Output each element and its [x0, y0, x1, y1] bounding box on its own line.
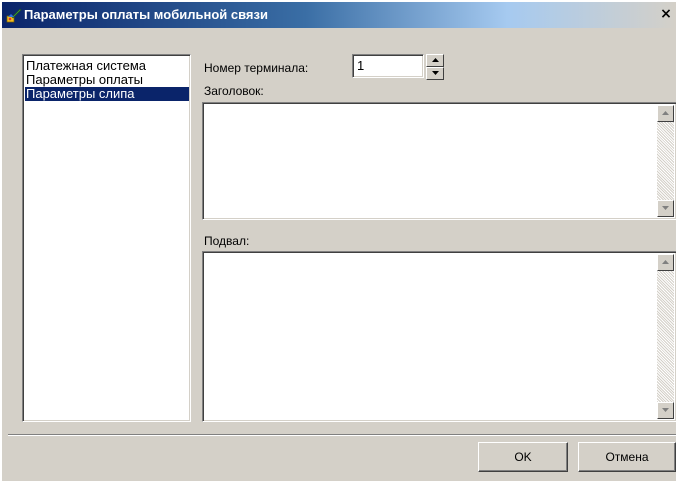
terminal-number-value: 1 — [357, 58, 365, 73]
nav-item-payment-system[interactable]: Платежная система — [25, 59, 189, 73]
terminal-number-spinner[interactable] — [426, 54, 444, 80]
settings-category-list[interactable]: Платежная система Параметры оплаты Парам… — [22, 54, 191, 422]
footer-textarea[interactable] — [202, 251, 676, 422]
footer-label: Подвал: — [204, 234, 250, 248]
app-brush-icon — [6, 7, 22, 23]
spin-up-button[interactable] — [426, 54, 444, 67]
header-textarea[interactable] — [202, 102, 676, 220]
arrow-down-icon — [432, 71, 439, 75]
footer-scroll-up-button[interactable] — [657, 254, 674, 271]
footer-scrollbar[interactable] — [657, 254, 674, 419]
footer-scroll-down-button[interactable] — [657, 402, 674, 419]
ok-button[interactable]: OK — [478, 442, 568, 472]
terminal-number-input[interactable]: 1 — [352, 54, 424, 78]
header-scroll-down-button[interactable] — [657, 200, 674, 217]
cancel-button[interactable]: Отмена — [578, 442, 676, 472]
close-button[interactable]: × — [658, 6, 674, 22]
arrow-down-icon — [662, 206, 669, 210]
title-bar[interactable]: Параметры оплаты мобильной связи × — [2, 2, 676, 28]
arrow-down-icon — [662, 408, 669, 412]
header-scroll-up-button[interactable] — [657, 105, 674, 122]
header-scrollbar[interactable] — [657, 105, 674, 217]
arrow-up-icon — [432, 58, 439, 62]
nav-item-slip-params[interactable]: Параметры слипа — [25, 87, 189, 101]
window-title: Параметры оплаты мобильной связи — [24, 7, 268, 22]
dialog-window: Параметры оплаты мобильной связи × Плате… — [2, 2, 676, 481]
button-area-separator — [8, 434, 676, 436]
arrow-up-icon — [662, 260, 669, 264]
spin-down-button[interactable] — [426, 67, 444, 80]
nav-item-payment-params[interactable]: Параметры оплаты — [25, 73, 189, 87]
arrow-up-icon — [662, 111, 669, 115]
terminal-number-label: Номер терминала: — [204, 61, 309, 75]
header-label: Заголовок: — [204, 84, 264, 98]
